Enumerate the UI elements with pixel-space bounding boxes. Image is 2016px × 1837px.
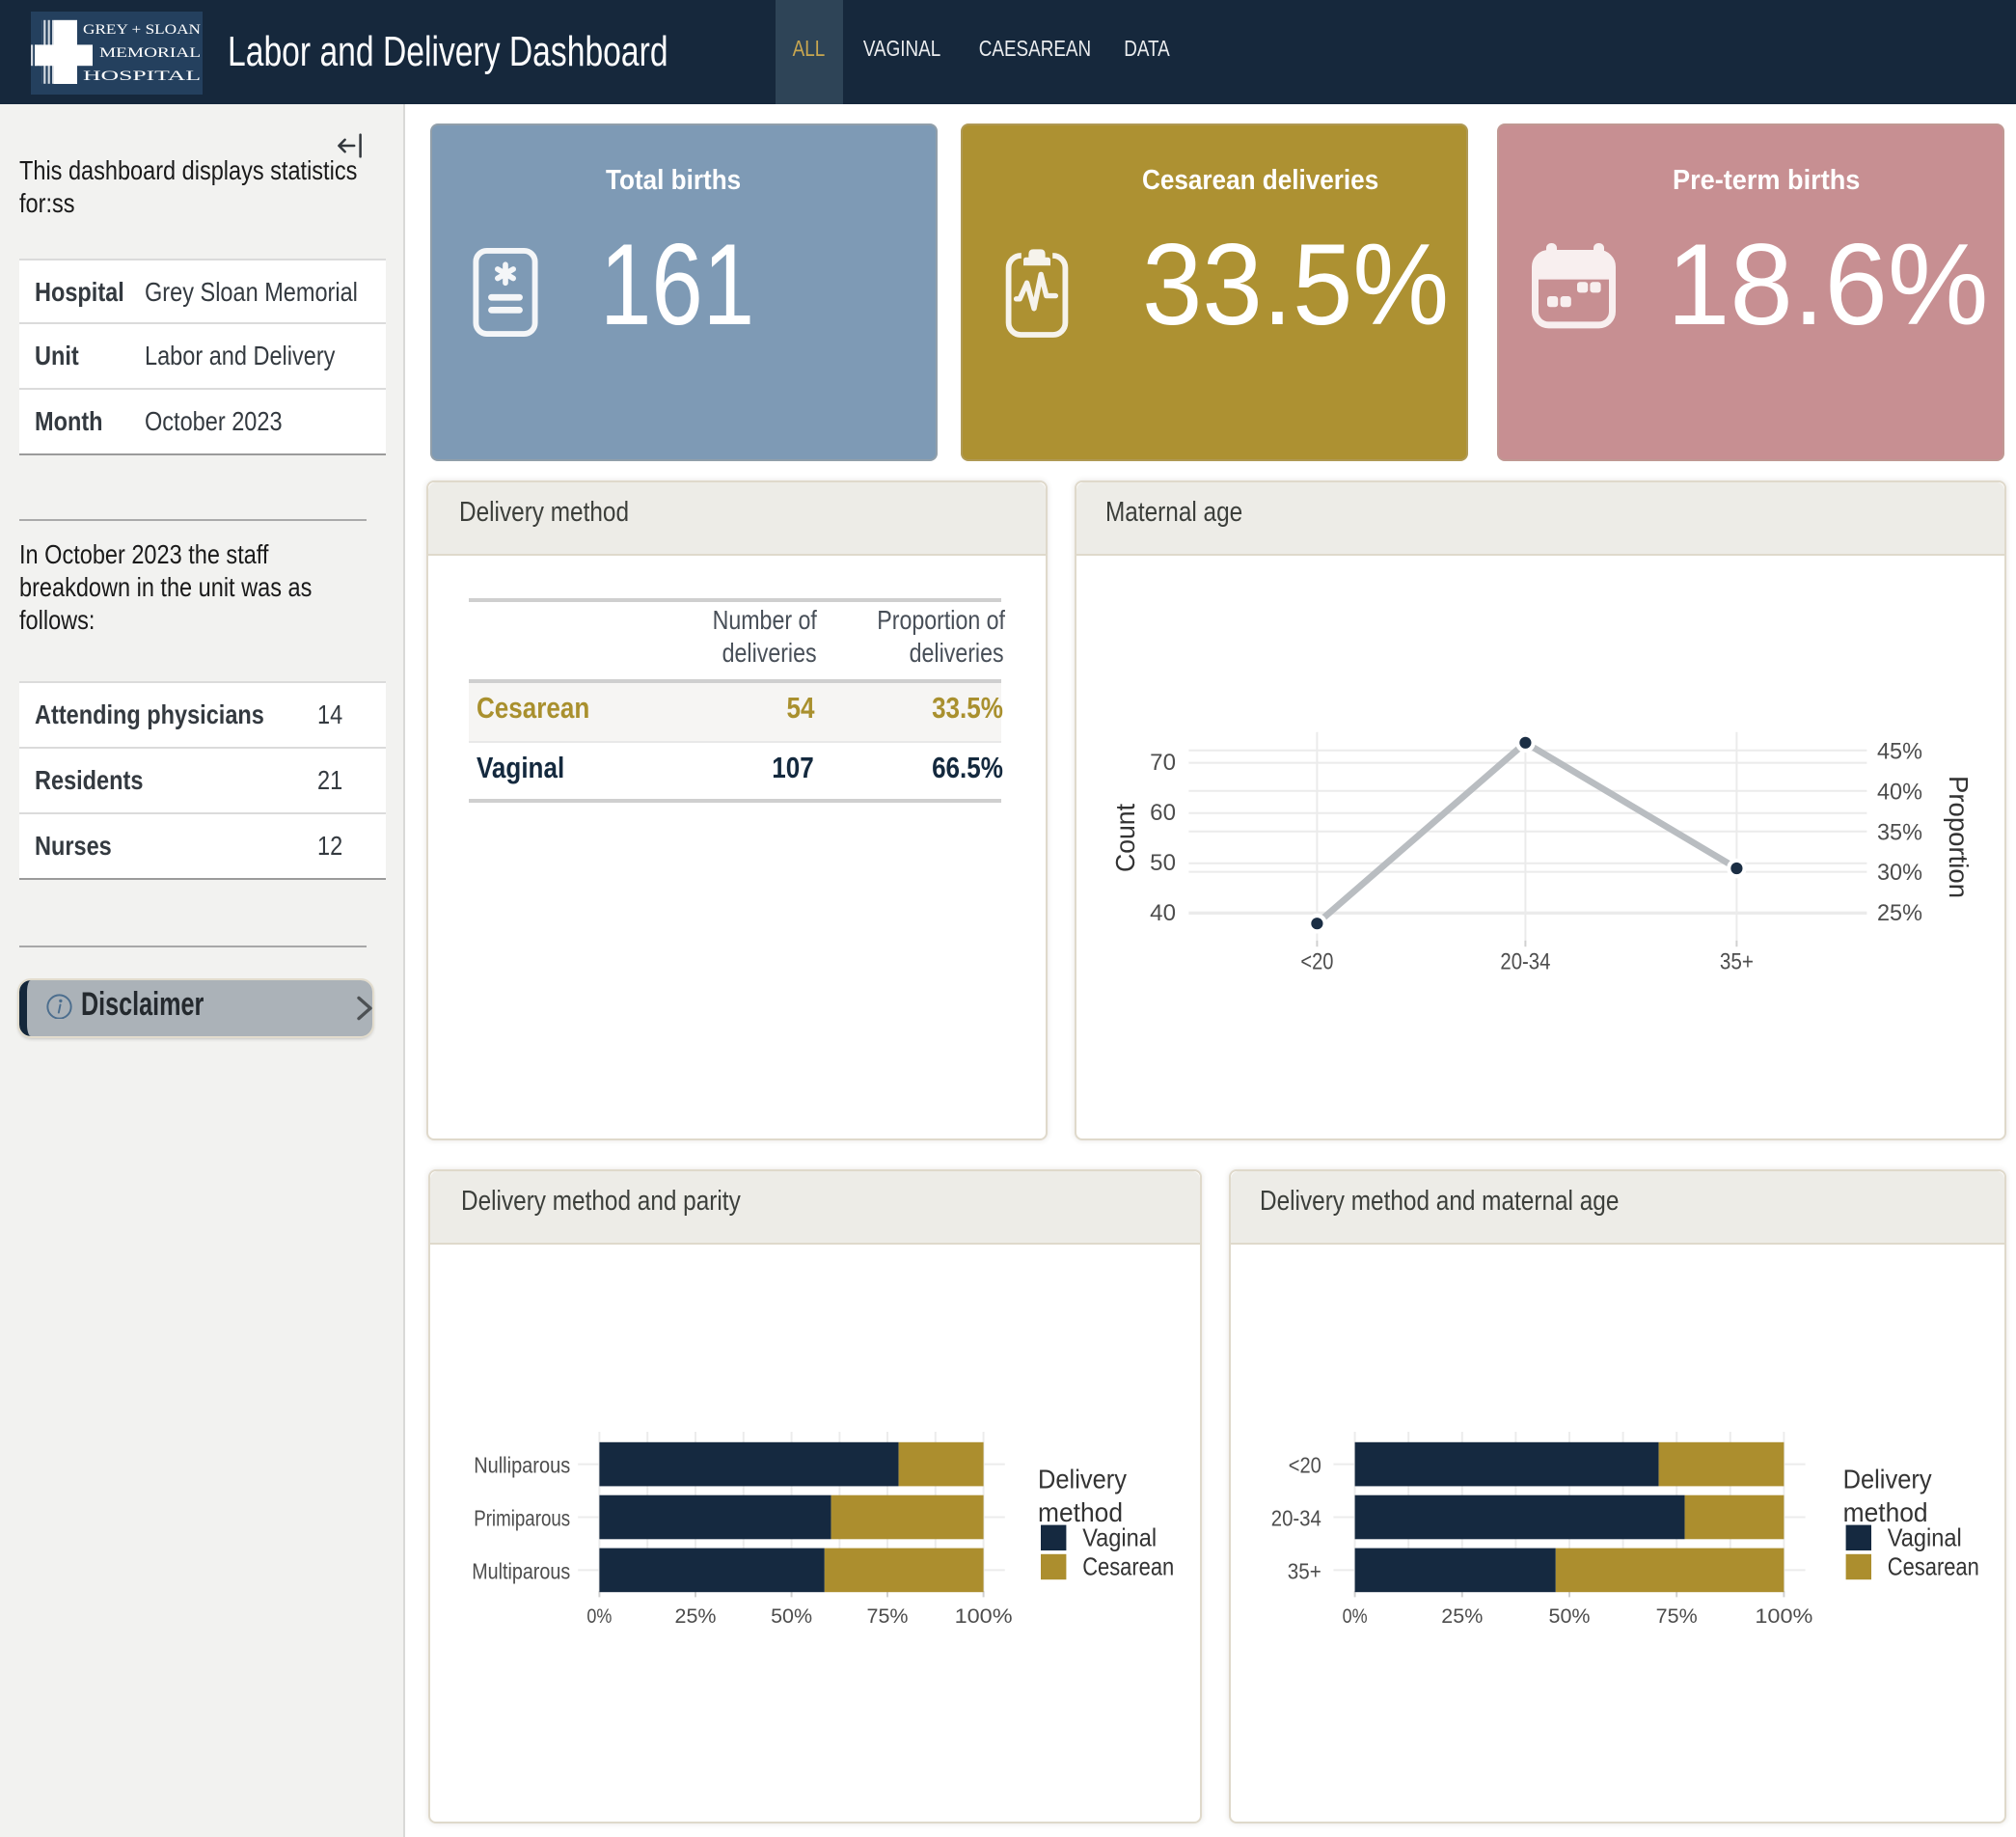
svg-text:70: 70 bbox=[1150, 749, 1176, 775]
svg-text:35+: 35+ bbox=[1287, 1557, 1321, 1582]
svg-text:100%: 100% bbox=[955, 1604, 1013, 1627]
svg-text:Vaginal: Vaginal bbox=[1082, 1522, 1157, 1550]
svg-text:Delivery: Delivery bbox=[1038, 1464, 1127, 1494]
svg-text:Cesarean: Cesarean bbox=[1082, 1551, 1174, 1580]
svg-text:HOSPITAL: HOSPITAL bbox=[83, 69, 201, 84]
svg-text:Nulliparous: Nulliparous bbox=[474, 1452, 570, 1477]
svg-text:Multiparous: Multiparous bbox=[472, 1557, 570, 1582]
svg-text:Delivery: Delivery bbox=[1842, 1464, 1931, 1494]
svg-text:25%: 25% bbox=[1441, 1604, 1483, 1627]
svg-text:60: 60 bbox=[1150, 799, 1176, 825]
svg-text:30%: 30% bbox=[1877, 859, 1922, 885]
svg-text:25%: 25% bbox=[1877, 899, 1922, 925]
svg-text:35+: 35+ bbox=[1719, 948, 1753, 974]
svg-text:50%: 50% bbox=[771, 1604, 812, 1627]
svg-text:20-34: 20-34 bbox=[1270, 1505, 1321, 1530]
svg-text:40%: 40% bbox=[1877, 778, 1922, 804]
svg-text:35%: 35% bbox=[1877, 818, 1922, 844]
svg-text:0%: 0% bbox=[586, 1604, 612, 1627]
svg-text:GREY + SLOAN: GREY + SLOAN bbox=[83, 22, 202, 38]
svg-text:25%: 25% bbox=[675, 1604, 717, 1627]
svg-text:<20: <20 bbox=[1300, 948, 1333, 974]
svg-text:20-34: 20-34 bbox=[1500, 948, 1550, 974]
svg-text:75%: 75% bbox=[1655, 1604, 1697, 1627]
svg-text:100%: 100% bbox=[1755, 1604, 1812, 1627]
svg-text:Primiparous: Primiparous bbox=[474, 1505, 570, 1530]
svg-text:40: 40 bbox=[1150, 899, 1176, 925]
svg-text:Proportion: Proportion bbox=[1944, 775, 1974, 897]
svg-text:Count: Count bbox=[1110, 803, 1140, 871]
svg-text:0%: 0% bbox=[1342, 1604, 1367, 1627]
svg-text:75%: 75% bbox=[867, 1604, 909, 1627]
svg-text:50%: 50% bbox=[1548, 1604, 1590, 1627]
svg-text:45%: 45% bbox=[1877, 737, 1922, 763]
svg-text:Cesarean: Cesarean bbox=[1887, 1551, 1978, 1580]
svg-text:Vaginal: Vaginal bbox=[1887, 1522, 1961, 1550]
svg-text:<20: <20 bbox=[1288, 1452, 1321, 1477]
svg-text:MEMORIAL: MEMORIAL bbox=[99, 45, 201, 61]
svg-text:50: 50 bbox=[1150, 849, 1176, 875]
